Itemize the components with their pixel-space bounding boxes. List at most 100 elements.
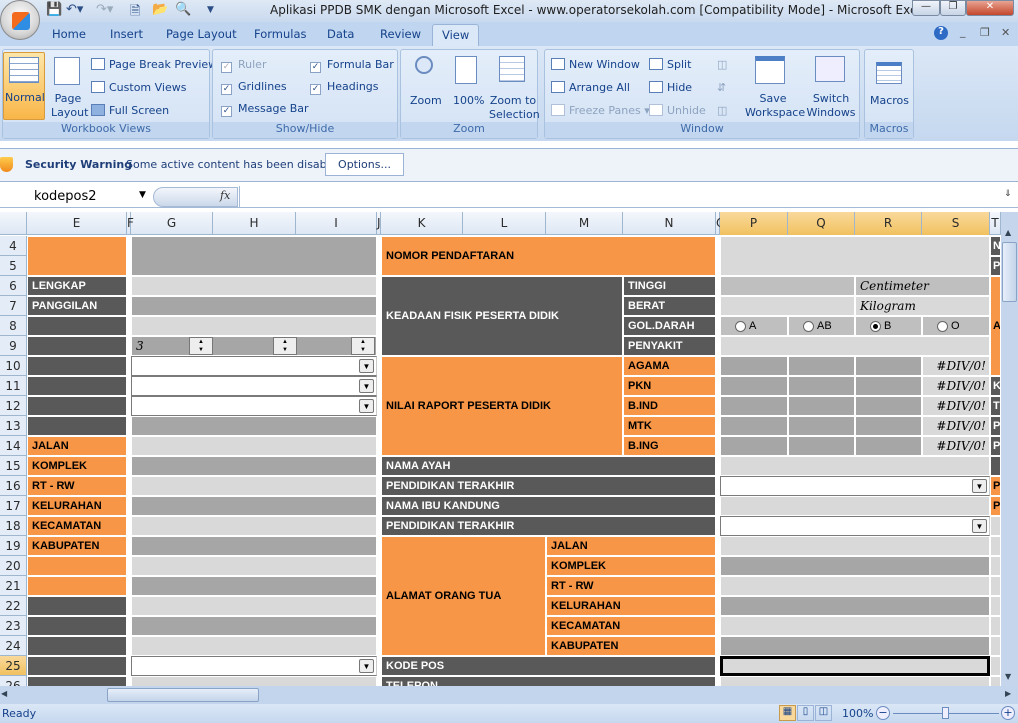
cell[interactable] bbox=[990, 576, 1000, 596]
cell-t14[interactable]: P bbox=[990, 436, 1000, 456]
vertical-scrollbar[interactable]: ▲ ▼ bbox=[1001, 212, 1018, 686]
horizontal-scroll-thumb[interactable] bbox=[107, 688, 259, 702]
select-all-button[interactable] bbox=[0, 212, 27, 235]
zoom-100-button[interactable]: 100% bbox=[449, 52, 485, 120]
average-cell[interactable]: #DIV/0! bbox=[922, 356, 990, 376]
row-header-19[interactable]: 19 bbox=[0, 536, 27, 556]
input-cell[interactable] bbox=[720, 596, 990, 616]
radio-blood-1[interactable]: AB bbox=[788, 316, 855, 336]
redo-icon[interactable]: ↷▾ bbox=[96, 2, 113, 17]
workbook-close-icon[interactable]: ✕ bbox=[1001, 26, 1010, 39]
input-cell[interactable] bbox=[131, 456, 377, 476]
input-cell[interactable] bbox=[131, 436, 377, 456]
input-cell[interactable] bbox=[720, 636, 990, 656]
label-jalan[interactable]: JALAN bbox=[27, 436, 127, 456]
cell-t4[interactable]: N bbox=[990, 236, 1000, 256]
print-preview-icon[interactable]: 🔍 bbox=[175, 2, 191, 17]
label-pkn[interactable]: PKN bbox=[623, 376, 716, 396]
label-komplek[interactable]: KOMPLEK bbox=[27, 456, 127, 476]
normal-view-button[interactable]: Normal bbox=[3, 52, 45, 120]
column-header-n[interactable]: N bbox=[623, 212, 716, 235]
label-nomor-pendaftaran[interactable]: NOMOR PENDAFTARAN bbox=[381, 236, 716, 276]
average-cell[interactable]: #DIV/0! bbox=[922, 436, 990, 456]
column-header-r[interactable]: R bbox=[855, 212, 922, 235]
input-nama[interactable] bbox=[131, 236, 377, 276]
cell[interactable] bbox=[27, 636, 127, 656]
new-file-icon[interactable]: 🗎 bbox=[130, 2, 140, 24]
label-nilai-raport[interactable]: NILAI RAPORT PESERTA DIDIK bbox=[381, 356, 623, 456]
new-window-button[interactable]: New Window bbox=[551, 58, 640, 71]
page-break-status-icon[interactable]: ◫ bbox=[815, 705, 832, 721]
zoom-level[interactable]: 100% bbox=[842, 707, 873, 720]
view-side-by-side-icon[interactable]: ◫ bbox=[717, 58, 727, 71]
row-header-14[interactable]: 14 bbox=[0, 436, 27, 456]
input-nilai[interactable] bbox=[855, 436, 922, 456]
cell[interactable] bbox=[27, 556, 127, 576]
cell-t15[interactable] bbox=[990, 456, 1000, 476]
column-header-p[interactable]: P bbox=[720, 212, 788, 235]
row-header-17[interactable]: 17 bbox=[0, 496, 27, 516]
vertical-scroll-thumb[interactable] bbox=[1002, 242, 1017, 302]
label-lengkap[interactable]: LENGKAP bbox=[27, 276, 127, 296]
date-spinner-cell[interactable]: 3 ▲ ▼ ▲ ▼ ▲ ▼ bbox=[131, 336, 377, 356]
column-header-g[interactable]: G bbox=[131, 212, 213, 235]
row-header-11[interactable]: 11 bbox=[0, 376, 27, 396]
label-nama_ibu[interactable]: NAMA IBU KANDUNG bbox=[381, 496, 716, 516]
macros-button[interactable]: Macros bbox=[867, 52, 913, 120]
tab-insert[interactable]: Insert bbox=[110, 27, 143, 41]
input-nilai[interactable] bbox=[855, 356, 922, 376]
label-kelurahan[interactable]: KELURAHAN bbox=[27, 496, 127, 516]
input-cell[interactable] bbox=[720, 496, 990, 516]
cell[interactable] bbox=[990, 596, 1000, 616]
page-break-preview-button[interactable]: Page Break Preview bbox=[91, 58, 217, 71]
row-header-9[interactable]: 9 bbox=[0, 336, 27, 356]
zoom-out-button[interactable]: − bbox=[876, 706, 890, 720]
row-header-12[interactable]: 12 bbox=[0, 396, 27, 416]
row-header-8[interactable]: 8 bbox=[0, 316, 27, 336]
label-agama[interactable]: AGAMA bbox=[623, 356, 716, 376]
cell-e12[interactable] bbox=[27, 396, 127, 416]
restore-button[interactable]: ❐ bbox=[940, 0, 966, 16]
reset-window-position-icon[interactable]: ◫ bbox=[717, 104, 727, 117]
gridlines-checkbox[interactable]: ✓ Gridlines bbox=[221, 80, 287, 95]
row-header-20[interactable]: 20 bbox=[0, 556, 27, 576]
full-screen-button[interactable]: Full Screen bbox=[91, 104, 169, 117]
label-rtrw[interactable]: RT - RW bbox=[27, 476, 127, 496]
undo-icon[interactable]: ↶▾ bbox=[66, 2, 83, 17]
input-nilai[interactable] bbox=[720, 436, 788, 456]
column-header-l[interactable]: L bbox=[463, 212, 546, 235]
cell[interactable] bbox=[27, 596, 127, 616]
cell-e13[interactable] bbox=[27, 416, 127, 436]
input-cell[interactable] bbox=[131, 316, 377, 336]
column-header-s[interactable]: S bbox=[922, 212, 990, 235]
workbook-restore-icon[interactable]: ❐ bbox=[980, 26, 990, 39]
label-ortu-kabupaten[interactable]: KABUPATEN bbox=[546, 636, 716, 656]
row-header-22[interactable]: 22 bbox=[0, 596, 27, 616]
arrange-all-button[interactable]: Arrange All bbox=[551, 81, 630, 94]
cell-e11[interactable] bbox=[27, 376, 127, 396]
radio-button-icon[interactable] bbox=[870, 320, 881, 332]
cell[interactable] bbox=[27, 676, 127, 686]
input-cell[interactable] bbox=[131, 476, 377, 496]
label-berat[interactable]: BERAT bbox=[623, 296, 716, 316]
name-box-dropdown-icon[interactable]: ▼ bbox=[139, 190, 146, 200]
label-alamat-orang-tua[interactable]: ALAMAT ORANG TUA bbox=[381, 536, 546, 656]
dropdown-arrow-icon[interactable]: ▼ bbox=[972, 519, 987, 533]
input-nilai[interactable] bbox=[855, 376, 922, 396]
dropdown-arrow-icon[interactable]: ▼ bbox=[972, 479, 987, 493]
spinner-button[interactable]: ▲ ▼ bbox=[351, 337, 375, 355]
combo-box[interactable]: ▼ bbox=[131, 396, 377, 416]
column-header-h[interactable]: H bbox=[213, 212, 296, 235]
horizontal-scrollbar[interactable]: ◀ ▶ bbox=[0, 686, 1018, 704]
cell[interactable] bbox=[27, 616, 127, 636]
dropdown-arrow-icon[interactable]: ▼ bbox=[359, 359, 374, 373]
row-header-16[interactable]: 16 bbox=[0, 476, 27, 496]
tab-data[interactable]: Data bbox=[327, 27, 354, 41]
radio-blood-2[interactable]: B bbox=[855, 316, 922, 336]
cell-e8[interactable] bbox=[27, 316, 127, 336]
input-cell[interactable] bbox=[131, 636, 377, 656]
dropdown-arrow-icon[interactable]: ▼ bbox=[359, 659, 374, 673]
radio-blood-0[interactable]: A bbox=[720, 316, 788, 336]
label-mtk[interactable]: MTK bbox=[623, 416, 716, 436]
combo-box[interactable]: ▼ bbox=[131, 376, 377, 396]
